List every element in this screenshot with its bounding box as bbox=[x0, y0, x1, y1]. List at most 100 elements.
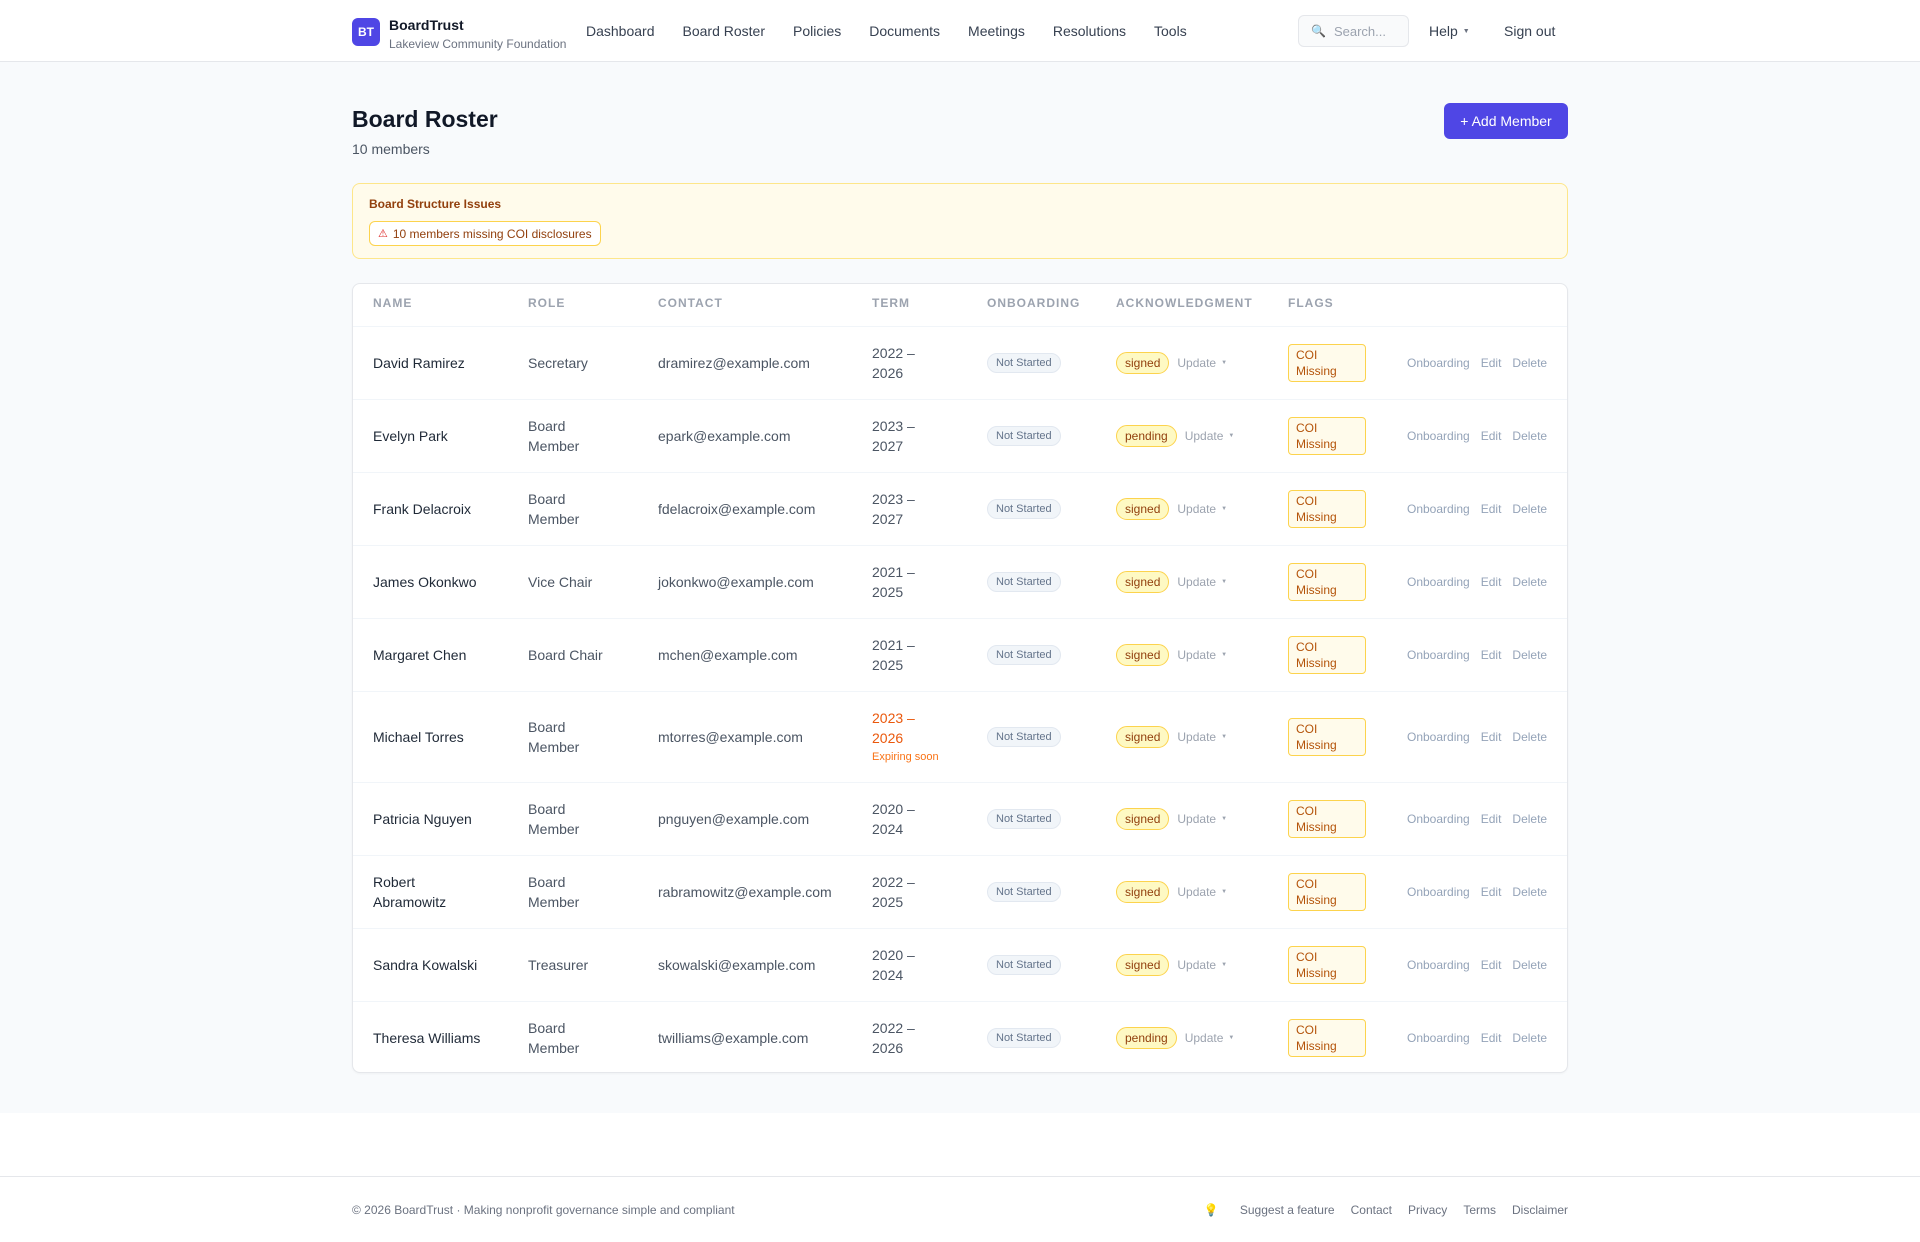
delete-action[interactable]: Delete bbox=[1512, 356, 1547, 370]
onboarding-action[interactable]: Onboarding bbox=[1407, 730, 1470, 744]
update-dropdown[interactable]: Update ▼ bbox=[1185, 1031, 1235, 1045]
nav-policies[interactable]: Policies bbox=[793, 23, 841, 39]
row-actions: Onboarding Edit Delete bbox=[1407, 473, 1558, 545]
member-name[interactable]: Patricia Nguyen bbox=[373, 783, 472, 855]
coi-missing-chip[interactable]: ⚠ 10 members missing COI disclosures bbox=[369, 221, 601, 246]
header-role[interactable]: ROLE bbox=[528, 296, 565, 310]
member-name[interactable]: Evelyn Park bbox=[373, 400, 448, 472]
flag-line: COI bbox=[1296, 567, 1318, 581]
edit-action[interactable]: Edit bbox=[1481, 356, 1502, 370]
nav-dashboard[interactable]: Dashboard bbox=[586, 23, 655, 39]
onboarding-action[interactable]: Onboarding bbox=[1407, 648, 1470, 662]
delete-action[interactable]: Delete bbox=[1512, 429, 1547, 443]
flag-line: COI bbox=[1296, 421, 1318, 435]
member-email[interactable]: epark@example.com bbox=[658, 400, 791, 472]
header-onboarding[interactable]: ONBOARDING bbox=[987, 296, 1080, 310]
onboarding-action[interactable]: Onboarding bbox=[1407, 429, 1470, 443]
update-dropdown[interactable]: Update ▼ bbox=[1185, 429, 1235, 443]
terms-link[interactable]: Terms bbox=[1463, 1203, 1496, 1217]
onboarding-action[interactable]: Onboarding bbox=[1407, 575, 1470, 589]
header-term[interactable]: TERM bbox=[872, 296, 910, 310]
onboarding-action[interactable]: Onboarding bbox=[1407, 958, 1470, 972]
update-dropdown[interactable]: Update ▼ bbox=[1177, 958, 1227, 972]
update-dropdown[interactable]: Update ▼ bbox=[1177, 356, 1227, 370]
edit-action[interactable]: Edit bbox=[1481, 730, 1502, 744]
brand-name: BoardTrust bbox=[389, 17, 464, 33]
search-box[interactable]: 🔍 bbox=[1298, 15, 1409, 47]
member-name[interactable]: Sandra Kowalski bbox=[373, 929, 477, 1001]
disclaimer-link[interactable]: Disclaimer bbox=[1512, 1203, 1568, 1217]
onboarding-action[interactable]: Onboarding bbox=[1407, 1031, 1470, 1045]
nav-documents[interactable]: Documents bbox=[869, 23, 940, 39]
member-name[interactable]: David Ramirez bbox=[373, 327, 465, 399]
onboarding-action[interactable]: Onboarding bbox=[1407, 885, 1470, 899]
edit-action[interactable]: Edit bbox=[1481, 958, 1502, 972]
member-name[interactable]: James Okonkwo bbox=[373, 546, 476, 618]
edit-action[interactable]: Edit bbox=[1481, 885, 1502, 899]
member-email[interactable]: pnguyen@example.com bbox=[658, 783, 809, 855]
member-email[interactable]: mchen@example.com bbox=[658, 619, 798, 691]
nav-board-roster[interactable]: Board Roster bbox=[683, 23, 765, 39]
member-name[interactable]: Robert Abramowitz bbox=[373, 856, 446, 928]
edit-action[interactable]: Edit bbox=[1481, 1031, 1502, 1045]
suggest-feature-link[interactable]: 💡 Suggest a feature bbox=[1188, 1203, 1335, 1217]
delete-action[interactable]: Delete bbox=[1512, 1031, 1547, 1045]
edit-action[interactable]: Edit bbox=[1481, 812, 1502, 826]
delete-action[interactable]: Delete bbox=[1512, 958, 1547, 972]
edit-action[interactable]: Edit bbox=[1481, 429, 1502, 443]
update-label: Update bbox=[1177, 502, 1217, 516]
member-email[interactable]: rabramowitz@example.com bbox=[658, 856, 832, 928]
help-menu[interactable]: Help ▼ bbox=[1429, 23, 1470, 39]
nav-meetings[interactable]: Meetings bbox=[968, 23, 1025, 39]
member-term: 2023 – 2027 bbox=[872, 473, 915, 545]
acknowledgment-cell: signed Update ▼ bbox=[1116, 783, 1227, 855]
edit-action[interactable]: Edit bbox=[1481, 502, 1502, 516]
delete-action[interactable]: Delete bbox=[1512, 502, 1547, 516]
brand[interactable]: BT BoardTrust Lakeview Community Foundat… bbox=[352, 17, 566, 52]
member-name[interactable]: Margaret Chen bbox=[373, 619, 466, 691]
acknowledgment-badge: signed bbox=[1116, 644, 1170, 666]
header-name[interactable]: NAME bbox=[373, 296, 412, 310]
row-actions: Onboarding Edit Delete bbox=[1407, 546, 1558, 618]
member-name[interactable]: Theresa Williams bbox=[373, 1002, 480, 1072]
update-dropdown[interactable]: Update ▼ bbox=[1177, 648, 1227, 662]
onboarding-action[interactable]: Onboarding bbox=[1407, 502, 1470, 516]
onboarding-cell: Not Started bbox=[987, 546, 1061, 618]
update-dropdown[interactable]: Update ▼ bbox=[1177, 575, 1227, 589]
delete-action[interactable]: Delete bbox=[1512, 648, 1547, 662]
contact-link[interactable]: Contact bbox=[1351, 1203, 1392, 1217]
member-email[interactable]: mtorres@example.com bbox=[658, 692, 803, 782]
header-flags[interactable]: FLAGS bbox=[1288, 296, 1334, 310]
update-dropdown[interactable]: Update ▼ bbox=[1177, 502, 1227, 516]
privacy-link[interactable]: Privacy bbox=[1408, 1203, 1447, 1217]
member-name[interactable]: Michael Torres bbox=[373, 692, 464, 782]
delete-action[interactable]: Delete bbox=[1512, 575, 1547, 589]
nav-tools[interactable]: Tools bbox=[1154, 23, 1187, 39]
member-name[interactable]: Frank Delacroix bbox=[373, 473, 471, 545]
edit-action[interactable]: Edit bbox=[1481, 648, 1502, 662]
member-email[interactable]: jokonkwo@example.com bbox=[658, 546, 814, 618]
member-term: 2020 – 2024 bbox=[872, 929, 915, 1001]
member-role-line: Board Chair bbox=[528, 647, 603, 663]
sign-out-link[interactable]: Sign out bbox=[1504, 23, 1555, 39]
edit-action[interactable]: Edit bbox=[1481, 575, 1502, 589]
member-email[interactable]: fdelacroix@example.com bbox=[658, 473, 815, 545]
member-email[interactable]: dramirez@example.com bbox=[658, 327, 810, 399]
onboarding-action[interactable]: Onboarding bbox=[1407, 812, 1470, 826]
header-contact[interactable]: CONTACT bbox=[658, 296, 723, 310]
flags-cell: COI Missing bbox=[1288, 1002, 1366, 1072]
delete-action[interactable]: Delete bbox=[1512, 812, 1547, 826]
add-member-button[interactable]: + Add Member bbox=[1444, 103, 1568, 139]
update-dropdown[interactable]: Update ▼ bbox=[1177, 885, 1227, 899]
header-acknowledgment[interactable]: ACKNOWLEDGMENT bbox=[1116, 296, 1253, 310]
term-line: 2024 bbox=[872, 967, 904, 983]
delete-action[interactable]: Delete bbox=[1512, 885, 1547, 899]
nav-resolutions[interactable]: Resolutions bbox=[1053, 23, 1126, 39]
onboarding-action[interactable]: Onboarding bbox=[1407, 356, 1470, 370]
update-dropdown[interactable]: Update ▼ bbox=[1177, 730, 1227, 744]
delete-action[interactable]: Delete bbox=[1512, 730, 1547, 744]
search-input[interactable] bbox=[1333, 23, 1404, 39]
update-dropdown[interactable]: Update ▼ bbox=[1177, 812, 1227, 826]
member-email[interactable]: skowalski@example.com bbox=[658, 929, 815, 1001]
member-email[interactable]: twilliams@example.com bbox=[658, 1002, 808, 1072]
